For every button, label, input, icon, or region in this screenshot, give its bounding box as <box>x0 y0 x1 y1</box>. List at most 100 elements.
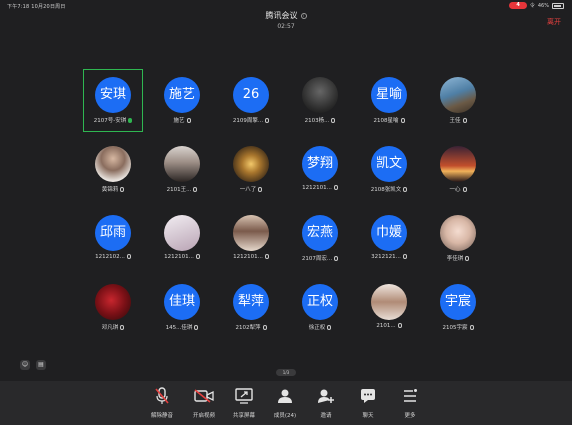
participant-name: 2101王... <box>154 185 210 193</box>
participant-name-text: 李佳琪 <box>446 256 464 262</box>
participant-tile[interactable]: 犁萍 2102犁萍 <box>221 276 281 339</box>
emoji-icon[interactable]: ☺ <box>20 360 30 370</box>
participant-name-text: 2108星喻 <box>373 118 399 124</box>
avatar <box>440 215 476 251</box>
avatar: 宏燕 <box>302 215 338 251</box>
avatar: 施艺 <box>164 77 200 113</box>
participant-tile[interactable]: 正权 徐正权 <box>290 276 350 339</box>
members-icon <box>278 389 292 403</box>
mic-muted-icon <box>120 187 125 192</box>
participant-tile[interactable]: 2101王... <box>152 138 212 201</box>
meeting-title[interactable]: 腾讯会议 i <box>0 10 572 21</box>
participant-tile[interactable]: 一八了 <box>221 138 281 201</box>
mic-on-icon <box>128 118 133 123</box>
mic-muted-icon <box>334 256 339 261</box>
participant-name-text: 王佳 <box>449 118 461 124</box>
video-button[interactable]: 开启视频 <box>184 387 224 419</box>
more-icon <box>404 389 417 402</box>
participant-tile[interactable]: 李佳琪 <box>428 207 488 270</box>
avatar: 安琪 <box>95 77 131 113</box>
participant-name-text: 邓凡琪 <box>101 325 119 331</box>
chat-icon <box>361 389 375 403</box>
share-screen-button[interactable]: 共享屏幕 <box>224 387 264 419</box>
mic-muted-icon <box>333 185 338 190</box>
participant-name: 1212102... <box>85 254 141 260</box>
participant-tile[interactable]: 1212101... <box>221 207 281 270</box>
participant-name: 2107号-安琪 <box>86 116 140 124</box>
participant-tile[interactable]: 邱雨 1212102... <box>83 207 143 270</box>
mic-muted-icon <box>120 325 125 330</box>
participant-tile[interactable]: 施艺 施艺 <box>152 69 212 132</box>
participant-tile[interactable]: 凯文 2108张凯文 <box>359 138 419 201</box>
participant-name: 2109周擎... <box>223 116 279 124</box>
participant-name-text: 2103杨... <box>304 118 330 124</box>
participant-name-text: 3212121... <box>371 254 401 260</box>
participant-tile[interactable]: 一心 <box>428 138 488 201</box>
participant-name-text: 2105宇宸 <box>442 325 468 331</box>
subtitle-icon[interactable]: ▤ <box>36 360 46 370</box>
mic-muted-icon <box>262 325 267 330</box>
avatar: 宇宸 <box>440 284 476 320</box>
participant-tile[interactable]: 1212101... <box>152 207 212 270</box>
mic-muted-icon <box>402 254 407 259</box>
participant-name-text: 2107周宏... <box>301 256 333 262</box>
participant-name-text: 1212102... <box>95 254 125 260</box>
participant-name: 1212101... <box>154 254 210 260</box>
participant-name-text: 2109周擎... <box>232 118 264 124</box>
participant-name-text: 一八了 <box>239 187 257 193</box>
avatar: 凯文 <box>371 146 407 182</box>
participant-tile[interactable]: 邓凡琪 <box>83 276 143 339</box>
participant-name: 145...佳琪 <box>154 323 210 331</box>
participant-name: 2108张凯文 <box>361 185 417 193</box>
mic-muted-icon <box>265 118 270 123</box>
mic-muted-icon <box>194 325 199 330</box>
participant-tile[interactable]: 王佳 <box>428 69 488 132</box>
chat-label: 聊天 <box>362 413 374 419</box>
participant-tile[interactable]: 安琪 2107号-安琪 <box>83 69 143 132</box>
avatar <box>164 215 200 251</box>
meeting-timer: 02:57 <box>277 23 295 30</box>
avatar: 梦翔 <box>302 146 338 182</box>
avatar <box>164 146 200 182</box>
avatar <box>440 146 476 182</box>
participant-name-text: 2107号-安琪 <box>93 118 127 124</box>
participant-name-text: 2108张凯文 <box>370 187 402 193</box>
participant-name: 施艺 <box>154 116 210 124</box>
participant-tile[interactable]: 26 2109周擎... <box>221 69 281 132</box>
members-button[interactable]: 成员(24) <box>265 387 305 419</box>
participant-tile[interactable]: 星喻 2108星喻 <box>359 69 419 132</box>
participant-tile[interactable]: 2101... <box>359 276 419 339</box>
leave-button[interactable]: 离开 <box>547 17 561 27</box>
screen-share-icon <box>235 388 253 404</box>
battery-percent: 46% <box>537 2 549 9</box>
participant-name: 2102犁萍 <box>223 323 279 331</box>
mic-muted-icon <box>327 325 332 330</box>
participant-tile[interactable]: 宏燕 2107周宏... <box>290 207 350 270</box>
mic-muted-icon <box>331 118 336 123</box>
participant-tile[interactable]: 2103杨... <box>290 69 350 132</box>
page-indicator: 1/3 <box>276 369 296 376</box>
mic-muted-icon <box>195 254 200 259</box>
invite-button[interactable]: 邀请 <box>306 387 346 419</box>
participant-tile[interactable]: 宇宸 2105宇宸 <box>428 276 488 339</box>
participant-name-text: 2102犁萍 <box>235 325 261 331</box>
participant-tile[interactable]: 黄锦莉 <box>83 138 143 201</box>
participant-tile[interactable]: 梦翔 1212101... <box>290 138 350 201</box>
unmute-button[interactable]: 解除静音 <box>142 387 182 419</box>
more-button[interactable]: 更多 <box>390 387 430 419</box>
participant-name-text: 黄锦莉 <box>101 187 119 193</box>
avatar: 26 <box>233 77 269 113</box>
share-screen-label: 共享屏幕 <box>232 413 255 419</box>
chat-button[interactable]: 聊天 <box>348 387 388 419</box>
mic-muted-icon <box>465 256 470 261</box>
participant-name-text: 施艺 <box>173 118 185 124</box>
info-icon[interactable]: i <box>300 12 307 19</box>
mic-muted-icon <box>397 323 402 328</box>
avatar <box>233 146 269 182</box>
participant-name-text: 徐正权 <box>308 325 326 331</box>
participant-tile[interactable]: 巾媛 3212121... <box>359 207 419 270</box>
participant-tile[interactable]: 佳琪 145...佳琪 <box>152 276 212 339</box>
participant-name-text: 2101王... <box>166 187 192 193</box>
wifi-icon: 令 <box>529 3 535 9</box>
status-time: 下午7:18 10月20日周日 <box>7 4 66 10</box>
